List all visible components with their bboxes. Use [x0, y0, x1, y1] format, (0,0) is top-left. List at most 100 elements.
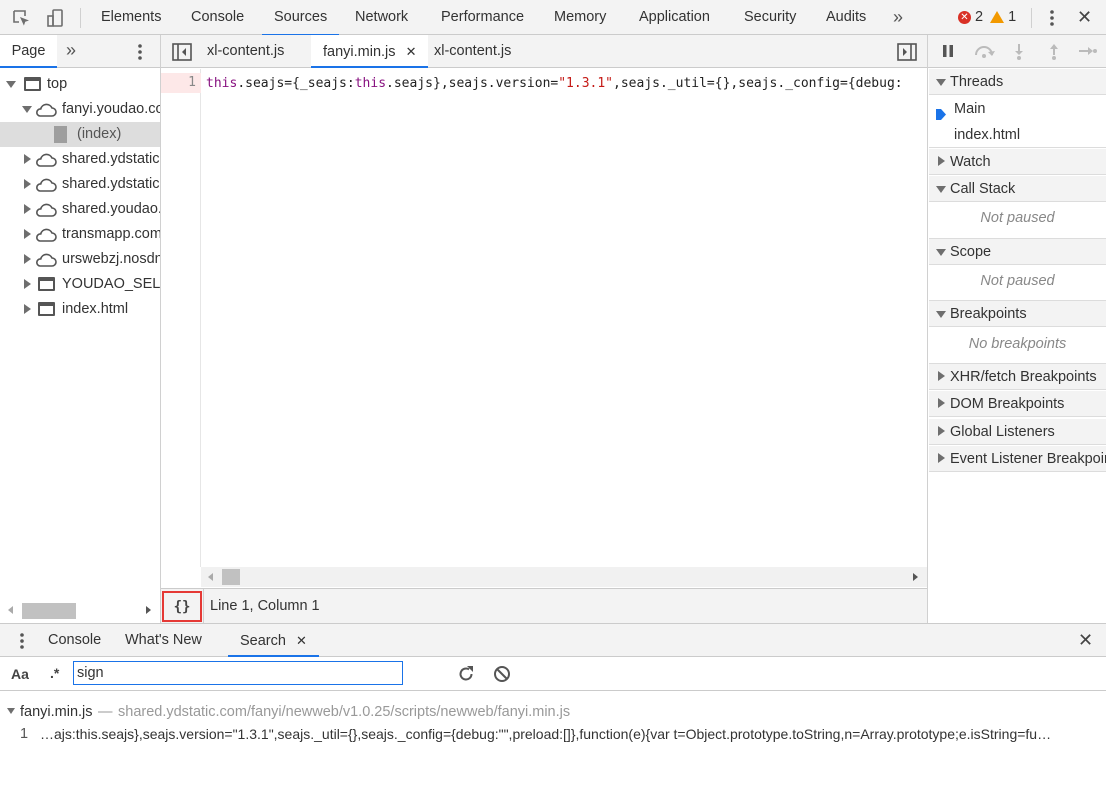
call-stack-section-header[interactable]: Call Stack [929, 176, 1106, 202]
thread-main[interactable]: Main [929, 96, 1106, 122]
editor-tabstrip: xl-content.js fanyi.min.js ✕ xl-content.… [161, 35, 927, 68]
search-result-line[interactable]: 1 …ajs:this.seajs},seajs.version="1.3.1"… [0, 724, 1106, 744]
pretty-print-button[interactable]: {} [162, 591, 202, 622]
tab-elements[interactable]: Elements [101, 0, 161, 35]
navigator-more-icon[interactable]: » [66, 35, 76, 68]
cloud-icon [34, 177, 58, 197]
editor-tab-label: fanyi.min.js [323, 44, 396, 60]
collapse-arrow-icon [24, 254, 31, 264]
collapse-arrow-icon [24, 279, 31, 289]
pause-icon[interactable] [940, 43, 956, 59]
tab-memory[interactable]: Memory [554, 0, 606, 35]
clear-icon[interactable] [492, 665, 512, 683]
tree-item-frame[interactable]: YOUDAO_SELECTOR_IFRAME [0, 272, 160, 297]
navigator-menu-icon[interactable] [132, 41, 148, 63]
code-line[interactable]: this.seajs={_seajs:this.seajs},seajs.ver… [206, 74, 927, 94]
drawer-tab-console[interactable]: Console [48, 624, 101, 657]
tab-application[interactable]: Application [639, 0, 710, 35]
editor-tab[interactable]: xl-content.js [207, 35, 284, 68]
drawer-tab-whats-new[interactable]: What's New [125, 624, 202, 657]
match-case-button[interactable]: Aa [11, 657, 29, 691]
tree-item-domain[interactable]: shared.ydstatic.com [0, 172, 160, 197]
navigator-header: Page » [0, 35, 160, 68]
watch-section-header[interactable]: Watch [929, 149, 1106, 175]
scroll-left-icon[interactable] [208, 573, 213, 581]
editor-scrollbar[interactable] [201, 567, 927, 587]
cloud-icon [34, 252, 58, 272]
thread-label: index.html [954, 127, 1021, 143]
global-listeners-section-header[interactable]: Global Listeners [929, 419, 1106, 445]
inspect-element-icon[interactable] [10, 7, 32, 29]
main-toolbar: Elements Console Sources Network Perform… [0, 0, 1106, 36]
tab-audits[interactable]: Audits [826, 0, 866, 35]
scope-section-header[interactable]: Scope [929, 239, 1106, 265]
tree-item-domain[interactable]: fanyi.youdao.com [0, 97, 160, 122]
tree-item-label: top [47, 76, 68, 92]
editor-tab-active[interactable]: fanyi.min.js ✕ [311, 35, 429, 68]
tree-item-domain[interactable]: shared.ydstatic.com [0, 147, 160, 172]
thread-index[interactable]: index.html [929, 122, 1106, 148]
tab-security[interactable]: Security [744, 0, 796, 35]
editor-tab[interactable]: xl-content.js [434, 35, 511, 68]
tree-item-label: shared.ydstatic.com [62, 151, 160, 167]
frame-icon [24, 77, 41, 91]
scroll-right-icon[interactable] [913, 573, 918, 581]
xhr-breakpoints-section-header[interactable]: XHR/fetch Breakpoints [929, 364, 1106, 390]
toggle-navigator-icon[interactable] [171, 41, 193, 63]
result-file-path: shared.ydstatic.com/fanyi/newweb/v1.0.25… [118, 704, 571, 720]
section-title: Breakpoints [950, 306, 1027, 322]
tree-item-frame[interactable]: index.html [0, 297, 160, 322]
section-title: Call Stack [950, 181, 1016, 197]
editor-status-bar: {} Line 1, Column 1 [161, 588, 927, 624]
customize-menu-icon[interactable] [1042, 7, 1062, 29]
close-drawer-icon[interactable]: ✕ [1078, 624, 1093, 657]
scroll-left-icon[interactable] [8, 606, 13, 614]
collapse-arrow-icon [24, 204, 31, 214]
collapse-arrow-icon [938, 426, 945, 436]
close-tab-icon[interactable]: ✕ [296, 633, 307, 648]
drawer-tab-search[interactable]: Search ✕ [228, 624, 319, 657]
result-file-name: fanyi.min.js [20, 704, 93, 720]
close-devtools-icon[interactable]: ✕ [1077, 0, 1092, 35]
threads-section-header[interactable]: Threads [929, 69, 1106, 95]
tree-item-domain[interactable]: urswebzj.nosdn.127.net [0, 247, 160, 272]
tree-item-label: fanyi.youdao.com [62, 101, 160, 117]
tree-item-top[interactable]: top [0, 72, 160, 97]
regex-button[interactable]: .* [50, 657, 59, 691]
tree-item-domain[interactable]: shared.youdao.com [0, 197, 160, 222]
scrollbar-thumb[interactable] [22, 603, 76, 619]
tree-item-index-selected[interactable]: (index) [0, 122, 160, 147]
warning-icon [990, 11, 1005, 24]
dom-breakpoints-section-header[interactable]: DOM Breakpoints [929, 391, 1106, 417]
breakpoints-section-header[interactable]: Breakpoints [929, 301, 1106, 327]
scroll-right-icon[interactable] [146, 606, 151, 614]
tree-item-domain[interactable]: transmapp.com [0, 222, 160, 247]
issues-counter[interactable]: ✕ 2 1 [958, 0, 1016, 35]
code-token: this [206, 76, 238, 91]
tab-console[interactable]: Console [191, 0, 244, 35]
navigator-scrollbar[interactable] [0, 600, 160, 622]
device-toolbar-icon[interactable] [44, 7, 66, 29]
toggle-debugger-icon[interactable] [896, 41, 918, 63]
cursor-position: Line 1, Column 1 [210, 598, 320, 614]
search-result-file[interactable]: fanyi.min.js — shared.ydstatic.com/fanyi… [0, 702, 1106, 722]
search-input[interactable] [73, 661, 403, 685]
tab-network[interactable]: Network [355, 0, 408, 35]
toolbar-divider [1031, 8, 1032, 28]
code-token: "1.3.1" [558, 76, 614, 91]
tab-sources[interactable]: Sources [261, 0, 340, 36]
tree-item-label: (index) [77, 126, 122, 142]
tab-page[interactable]: Page [0, 35, 57, 68]
tab-performance[interactable]: Performance [441, 0, 524, 35]
tree-item-label: transmapp.com [62, 226, 160, 242]
drawer-tab-label: Search [240, 633, 286, 649]
result-separator: — [98, 704, 113, 720]
debugger-splitter[interactable] [927, 35, 928, 623]
close-tab-icon[interactable]: ✕ [406, 44, 417, 59]
scrollbar-thumb[interactable] [222, 569, 240, 585]
more-tabs-icon[interactable]: » [893, 0, 903, 35]
event-listener-breakpoints-section-header[interactable]: Event Listener Breakpoints [929, 446, 1106, 472]
refresh-icon[interactable] [456, 665, 476, 683]
thread-label: Main [954, 101, 986, 117]
drawer-menu-icon[interactable] [14, 631, 30, 651]
